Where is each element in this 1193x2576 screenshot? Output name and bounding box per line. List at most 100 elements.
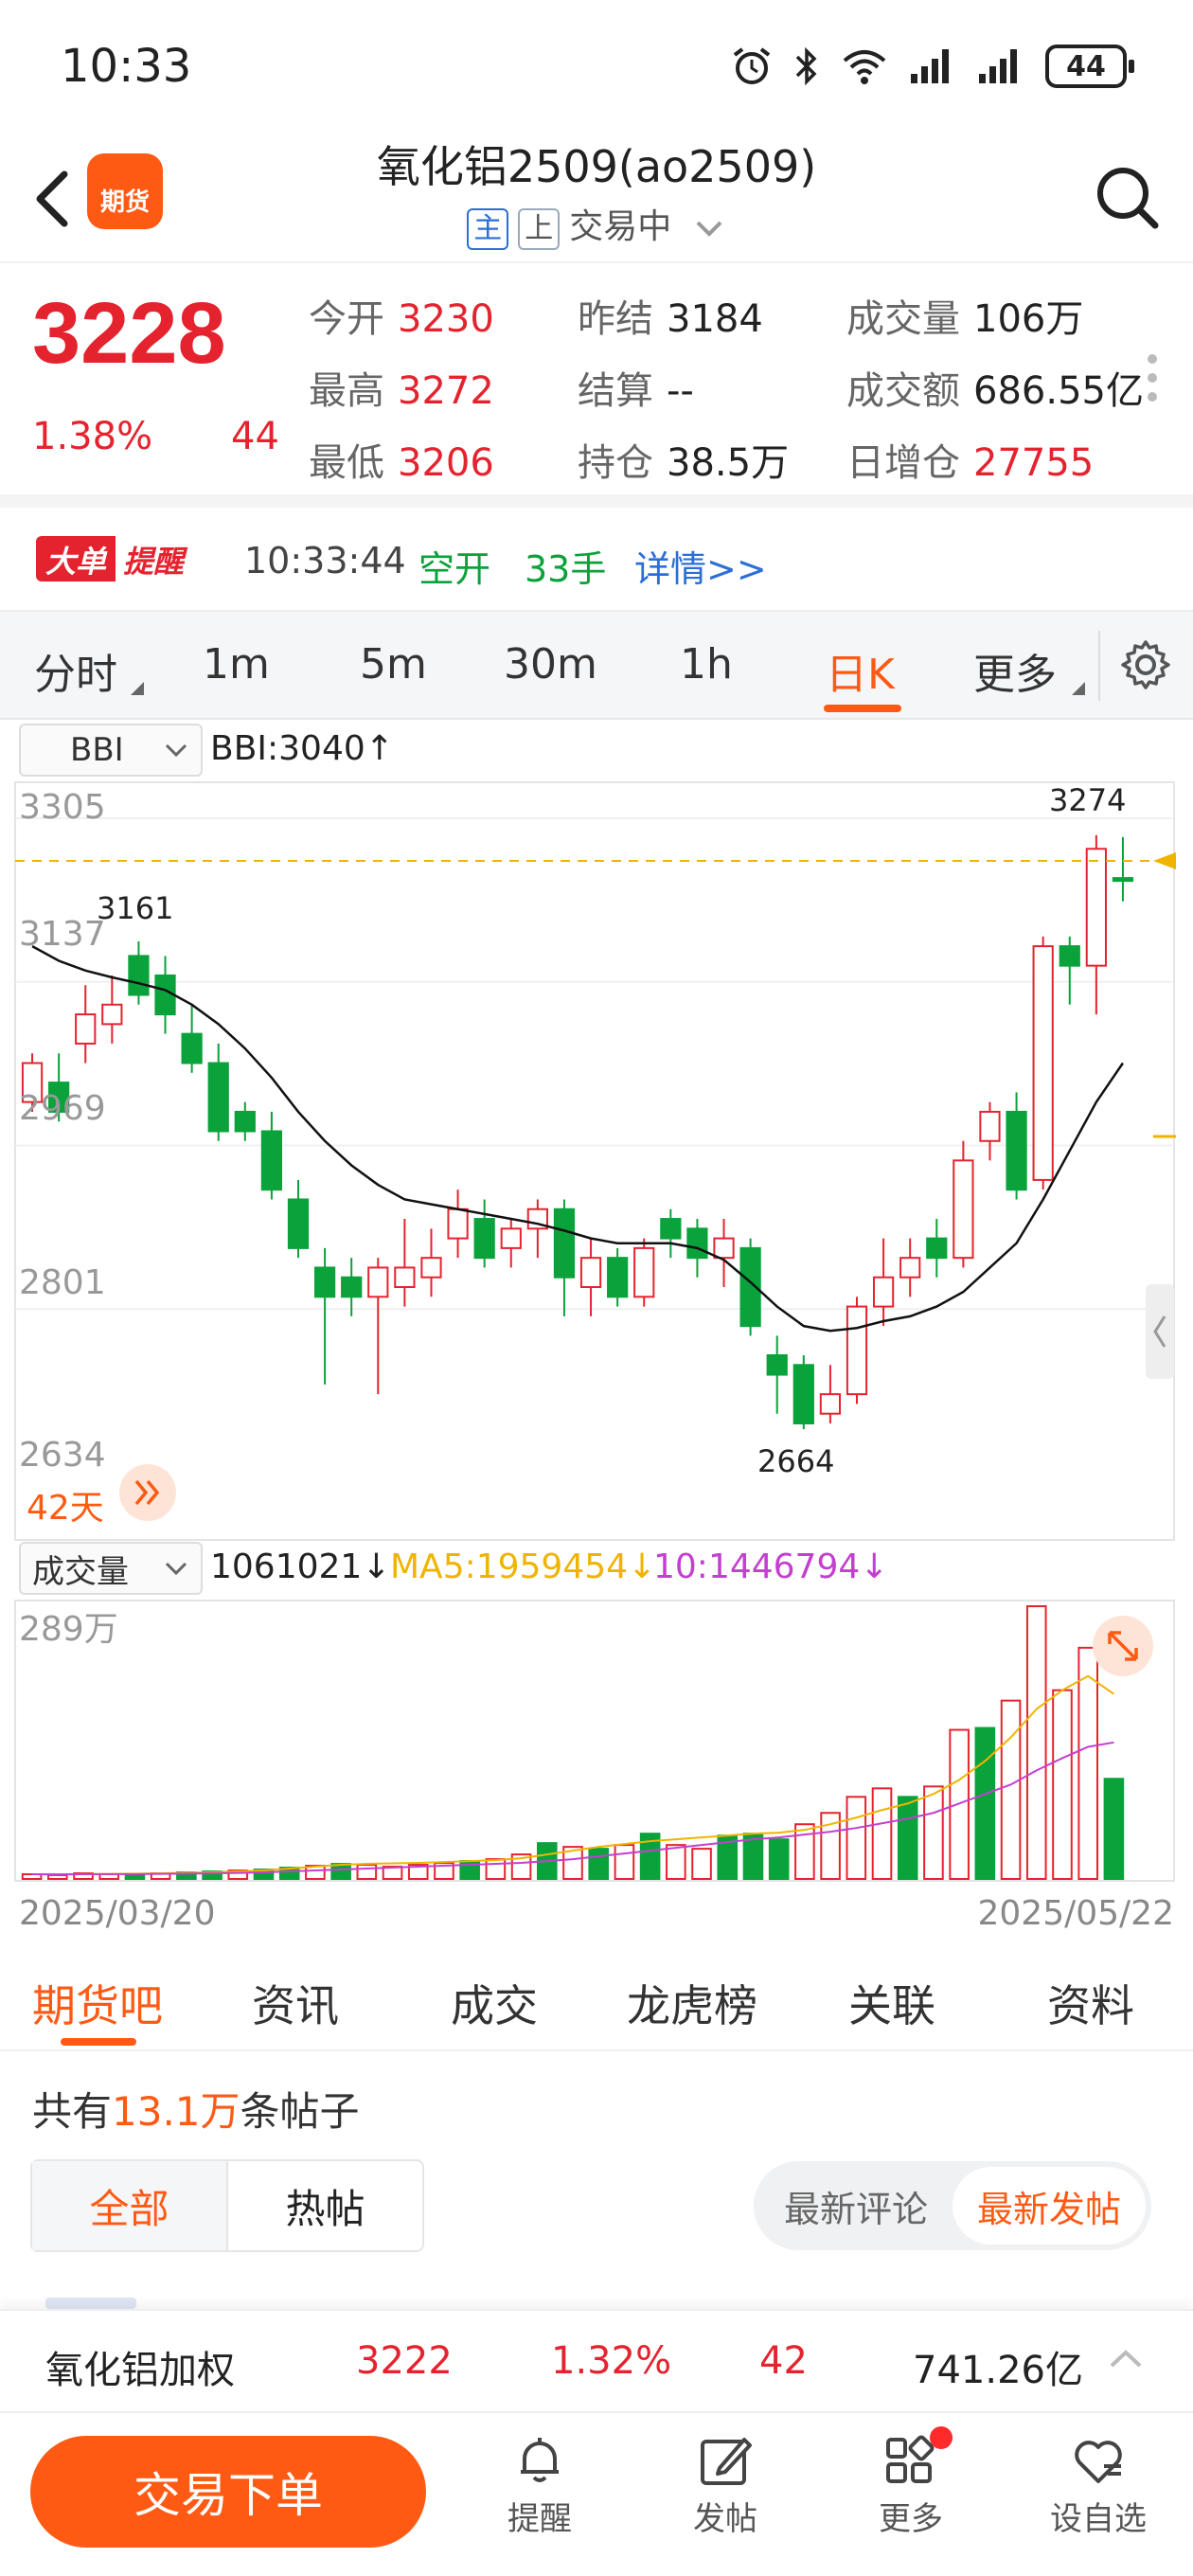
candle-down	[128, 955, 150, 996]
candle-down	[1006, 1110, 1027, 1191]
main-contract-tag: 主	[467, 208, 509, 250]
trading-state: 交易中	[569, 207, 672, 246]
candle-up	[846, 1305, 868, 1396]
nav-add-watchlist[interactable]: 设自选	[1042, 2432, 1155, 2539]
status-bar: 10:33 44	[0, 0, 1193, 133]
bottom-action-bar: 交易下单 提醒 发帖 更多 设自选	[0, 2413, 1193, 2576]
big-order-time: 10:33:44	[244, 540, 406, 581]
status-icons: 44	[731, 40, 1134, 93]
sort-latest-post[interactable]: 最新发帖	[953, 2167, 1146, 2245]
kline-frame	[14, 781, 1175, 1541]
volume-bar	[1025, 1605, 1047, 1880]
tab-dragon-tiger[interactable]: 龙虎榜	[627, 1972, 757, 2034]
volume-bar	[356, 1864, 378, 1880]
big-order-type: 空开	[418, 548, 491, 590]
edit-icon	[701, 2438, 752, 2485]
big-order-alert[interactable]: 大单 提醒 10:33:44 空开 33手 详情>>	[0, 508, 1193, 612]
post-filter-tabs: 全部 热帖	[30, 2159, 424, 2252]
nav-post[interactable]: 发帖	[668, 2432, 782, 2539]
y-tick-label: 3305	[19, 788, 106, 827]
candle-up	[420, 1257, 442, 1279]
tab-trades[interactable]: 成交	[451, 1972, 538, 2034]
tab-related[interactable]: 关联	[848, 1972, 935, 2034]
volume-bar	[666, 1844, 686, 1880]
indicator-selector[interactable]: BBI	[19, 724, 203, 777]
wifi-icon	[843, 50, 886, 84]
chevron-down-icon	[165, 1562, 187, 1576]
tab-1m[interactable]: 1m	[203, 640, 270, 689]
volume-selector[interactable]: 成交量	[19, 1542, 203, 1595]
tab-profile[interactable]: 资料	[1047, 1972, 1134, 2034]
chevron-up-icon[interactable]	[1108, 2347, 1144, 2370]
candle-down	[1112, 877, 1134, 883]
status-time: 10:33	[61, 40, 192, 93]
candle-down	[766, 1353, 788, 1376]
candle-down	[341, 1276, 363, 1298]
chevron-down-icon	[165, 743, 187, 758]
weighted-index-bar[interactable]: 氧化铝加权 3222 1.32% 42 741.26亿	[0, 2309, 1193, 2413]
end-date-label: 2025/05/22	[978, 1894, 1175, 1933]
candle-up	[75, 1013, 97, 1045]
quote-panel: 3228 1.38% 44 今开 3230 昨结 3184 成交量 106万 最高 32…	[0, 261, 1193, 508]
volume-value: 1061021↓	[210, 1547, 391, 1586]
signal-icon-2	[979, 49, 1017, 83]
candle-up	[633, 1246, 655, 1298]
filter-hot[interactable]: 热帖	[228, 2161, 422, 2250]
days-label: 42天	[27, 1489, 104, 1528]
corner-triangle-icon	[1072, 682, 1085, 695]
tab-30m[interactable]: 30m	[504, 640, 597, 689]
open-cell: 今开 3230	[309, 297, 494, 341]
indicator-name: BBI	[70, 731, 124, 769]
nav-more[interactable]: 更多	[854, 2426, 968, 2539]
last-price: 3228	[32, 285, 226, 382]
contract-status[interactable]: 主上交易中	[0, 199, 1193, 250]
tab-1h[interactable]: 1h	[680, 640, 733, 689]
side-drawer-handle[interactable]	[1146, 1284, 1174, 1379]
y-tick-label: 2969	[19, 1089, 106, 1128]
candle-down	[473, 1218, 495, 1260]
tab-daily-k[interactable]: 日K	[826, 640, 895, 701]
big-order-detail-link[interactable]: 详情>>	[634, 540, 767, 592]
period-tabs: 分时 1m 5m 30m 1h 日K 更多	[0, 612, 1193, 720]
volume-bar	[923, 1785, 944, 1881]
candle-up	[1085, 848, 1107, 967]
kline-chart[interactable]: 3305 3137 2969 2801 2634 3274 3161 2664 …	[0, 777, 1193, 1943]
candle-down	[607, 1257, 629, 1298]
page-title: 氧化铝2509(ao2509)	[376, 141, 817, 192]
candle-down	[207, 1062, 229, 1133]
bell-icon	[521, 2438, 559, 2482]
active-tab-underline	[61, 2038, 136, 2046]
candle-up	[1032, 945, 1054, 1181]
candle-down	[313, 1266, 336, 1298]
weighted-pct: 1.32%	[551, 2339, 672, 2383]
search-icon[interactable]	[1089, 159, 1165, 235]
sort-latest-comment[interactable]: 最新评论	[759, 2167, 953, 2245]
tab-futures-forum[interactable]: 期货吧	[32, 1972, 163, 2034]
chevron-down-icon	[696, 221, 722, 237]
y-tick-label: 2801	[19, 1263, 106, 1302]
high-cell: 最高 3272	[309, 369, 494, 413]
volume-bar	[871, 1787, 893, 1880]
volume-frame	[14, 1600, 1175, 1882]
volume-selector-label: 成交量	[32, 1552, 129, 1591]
nav-alert[interactable]: 提醒	[483, 2432, 596, 2539]
tab-5m[interactable]: 5m	[360, 640, 427, 689]
gear-icon[interactable]	[1119, 638, 1172, 691]
more-dots-icon[interactable]	[1148, 354, 1157, 411]
candle-down	[234, 1110, 256, 1133]
candle-up	[872, 1276, 895, 1308]
ma5-value: MA5:1959454↓	[390, 1547, 657, 1586]
candle-up	[713, 1237, 735, 1260]
tab-news[interactable]: 资讯	[252, 1972, 339, 2034]
low-cell: 最低 3206	[309, 441, 494, 485]
filter-all[interactable]: 全部	[32, 2161, 228, 2250]
candle-up	[367, 1266, 389, 1298]
tab-more[interactable]: 更多	[973, 640, 1057, 701]
bluetooth-icon	[795, 46, 817, 86]
weighted-price: 3222	[356, 2339, 453, 2383]
candle-down	[686, 1227, 708, 1260]
big-order-lots: 33手	[525, 548, 607, 590]
trade-order-button[interactable]: 交易下单	[30, 2436, 426, 2548]
tab-timeshare[interactable]: 分时	[34, 640, 117, 701]
volume-bar	[614, 1844, 635, 1880]
